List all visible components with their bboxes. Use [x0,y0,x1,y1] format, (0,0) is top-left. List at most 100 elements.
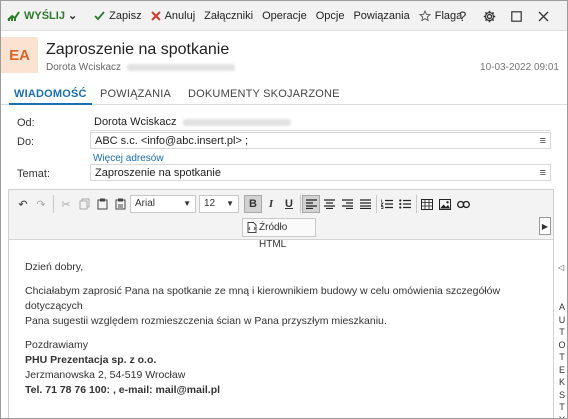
operations-label: Operacje [262,9,307,22]
to-value: ABC s.c. <info@abc.insert.pl> ; [95,135,249,147]
chevron-down-icon[interactable]: ⌄ [68,9,77,22]
message-header: EA Zaproszenie na spotkanie Dorota Wcisk… [1,32,567,78]
autotext-letter: T [559,402,565,412]
to-menu-icon[interactable]: ≡ [540,133,546,149]
paste-text-icon[interactable] [111,195,129,213]
sender-name: Dorota Wciskacz [46,62,122,73]
sender-email-redacted [127,63,236,71]
flag-icon [418,9,431,22]
body-paragraph-2: Pana sugestii względem rozmieszczenia śc… [25,315,387,327]
collapse-arrow-icon[interactable]: ◁ [558,263,564,272]
paste-icon[interactable] [93,195,111,213]
cut-icon[interactable]: ✂ [57,195,75,213]
copy-icon[interactable] [75,195,93,213]
save-button[interactable]: Zapisz [94,1,142,31]
from-field[interactable]: Dorota Wciskacz [90,114,551,131]
source-icon [247,222,257,239]
body-closing: Pozdrawiamy [25,339,89,351]
autotext-letter: E [558,364,565,375]
autotext-letter: T [559,352,565,362]
send-icon [7,10,20,22]
body-address: Jerzmanowska 2, 54-519 Wrocław [25,369,186,381]
source-html-button[interactable]: Źródło HTML [242,218,316,250]
cancel-label: Anuluj [164,9,196,22]
to-label: Do: [17,136,35,148]
underline-button[interactable]: U [280,195,298,213]
autotext-letter: K [558,377,565,387]
autotext-letter: T [559,327,565,337]
tab-bar: WIADOMOŚĆ POWIĄZANIA DOKUMENTY SKOJARZON… [1,83,567,105]
page-title: Zaproszenie na spotkanie [46,41,230,58]
more-addresses-link[interactable]: Więcej adresów [93,153,164,164]
maximize-icon[interactable] [503,1,530,31]
font-select[interactable]: Arial ▼ [130,195,196,213]
cancel-button[interactable]: Anuluj [150,1,196,31]
send-label: WYŚLIJ [24,9,65,22]
italic-button[interactable]: I [262,195,280,213]
tab-links[interactable]: POWIĄZANIA [100,83,171,105]
options-button[interactable]: Opcje [316,1,345,31]
toolbar-divider [53,195,54,213]
avatar: EA [1,37,38,73]
source-html-label: Źródło HTML [259,222,288,250]
links-button[interactable]: Powiązania [353,1,409,31]
attachments-label: Załączniki [204,9,254,22]
subject-menu-icon[interactable]: ≡ [540,165,546,181]
close-icon[interactable] [530,1,557,31]
font-value: Arial [135,198,156,209]
editor-toolbar: ↶ ↷ ✂ Arial ▼ 12 ▼ B I U Źródło HTML ▶ [9,190,553,250]
toolbar-divider [416,195,417,213]
link-icon[interactable] [454,195,472,213]
subject-value: Zaproszenie na spotkanie [95,167,221,179]
expand-toolbar-icon[interactable]: ▶ [539,217,551,235]
main-toolbar: WYŚLIJ ⌄ Zapisz Anuluj Załączniki Operac… [1,1,567,31]
body-paragraph-1: Chciałabym zaprosić Pana na spotkanie ze… [25,285,501,312]
align-center-icon[interactable] [320,195,338,213]
autotext-panel-toggle[interactable]: ◁ AUTOTEKSTY [555,189,567,419]
autotext-letter: S [558,389,565,400]
autotext-letter: U [558,314,566,325]
numbered-list-icon[interactable] [378,195,396,213]
bold-button[interactable]: B [244,195,262,213]
autotext-letter: O [558,339,566,350]
redo-icon[interactable]: ↷ [32,195,50,213]
chevron-down-icon: ▼ [183,199,191,208]
options-label: Opcje [315,9,345,22]
window-controls: ? [449,1,557,31]
message-editor: ↶ ↷ ✂ Arial ▼ 12 ▼ B I U Źródło HTML ▶ D… [8,189,554,418]
toolbar-divider [300,195,301,213]
align-right-icon[interactable] [338,195,356,213]
autotext-letter: Y [558,414,566,419]
links-label: Powiązania [353,9,410,22]
gear-icon[interactable] [476,1,503,31]
bullet-list-icon[interactable] [396,195,414,213]
chevron-down-icon: ▼ [226,199,234,208]
operations-button[interactable]: Operacje [262,1,307,31]
align-left-icon[interactable] [302,195,320,213]
tab-linked-documents[interactable]: DOKUMENTY SKOJARZONE [188,83,340,105]
autotext-label: AUTOTEKSTY [558,301,566,419]
table-icon[interactable] [418,195,436,213]
undo-icon[interactable]: ↶ [14,195,32,213]
cancel-icon [150,10,161,21]
autotext-letter: A [558,302,565,312]
align-justify-icon[interactable] [356,195,374,213]
help-icon[interactable]: ? [449,1,476,31]
body-company: PHU Prezentacja sp. z o.o. [25,354,157,366]
body-greeting: Dzień dobry, [25,261,84,273]
from-value: Dorota Wciskacz [94,116,177,128]
toolbar-divider [376,195,377,213]
sender-line: Dorota Wciskacz [46,62,236,73]
size-value: 12 [204,198,216,209]
size-select[interactable]: 12 ▼ [199,195,239,213]
save-label: Zapisz [109,9,142,22]
subject-field[interactable]: Zaproszenie na spotkanie ≡ [90,164,551,181]
tab-message[interactable]: WIADOMOŚĆ [9,83,92,105]
from-email-redacted [182,118,291,126]
message-body[interactable]: Dzień dobry, Chciałabym zaprosić Pana na… [25,260,553,398]
send-button[interactable]: WYŚLIJ ⌄ [7,1,85,31]
subject-label: Temat: [17,168,51,180]
to-field[interactable]: ABC s.c. <info@abc.insert.pl> ; ≡ [90,132,551,149]
image-icon[interactable] [436,195,454,213]
attachments-button[interactable]: Załączniki [204,1,253,31]
